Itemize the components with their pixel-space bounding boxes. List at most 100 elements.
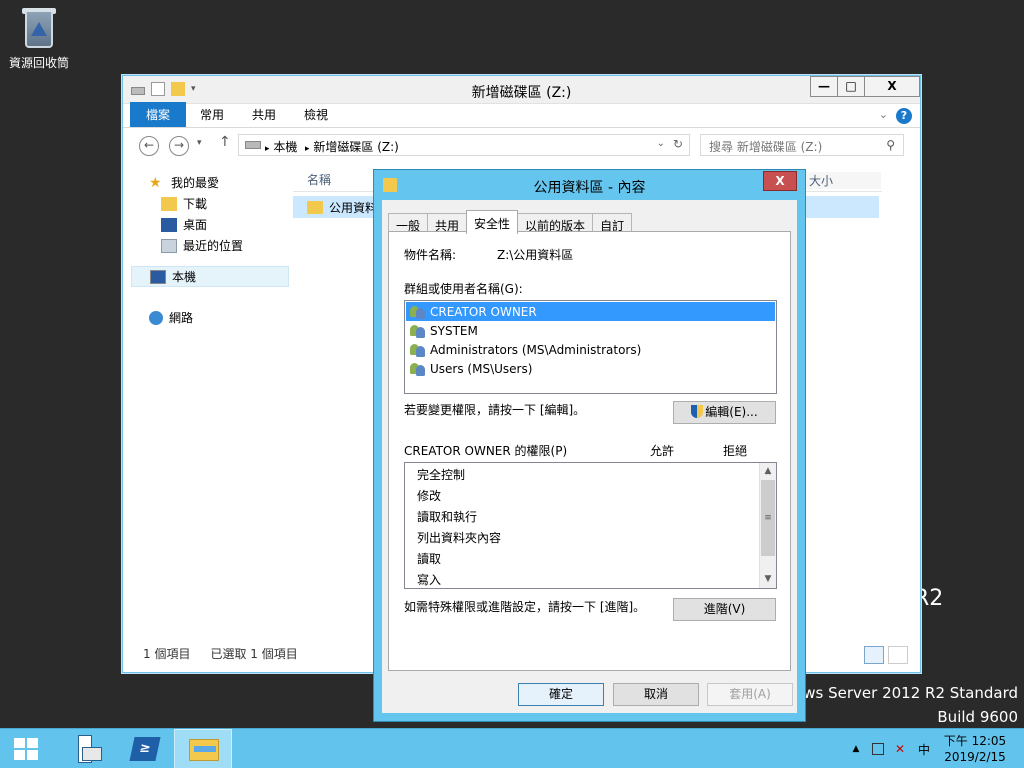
close-button[interactable]: X	[864, 76, 920, 97]
watermark-build: Build 9600	[937, 708, 1018, 726]
advanced-button[interactable]: 進階(V)	[673, 598, 776, 621]
navigation-pane: ★ 我的最愛 下載 桌面 最近的位置 本機 網路	[131, 172, 289, 328]
server-manager-button[interactable]	[58, 729, 116, 768]
address-dropdown-icon[interactable]: ⌄	[657, 138, 665, 149]
list-item[interactable]: Administrators (MS\Administrators)	[406, 340, 775, 359]
permissions-scrollbar[interactable]: ▲ ≡ ▼	[759, 463, 776, 588]
ime-indicator[interactable]: 中	[916, 741, 932, 758]
properties-dialog: 公用資料區 - 內容 X 一般 共用 安全性 以前的版本 自訂 物件名稱: Z:…	[373, 169, 806, 722]
address-bar[interactable]: ▸ 本機 ▸ 新增磁碟區 (Z:) ⌄ ↻	[238, 134, 690, 156]
watermark-edition: lows Server 2012 R2 Standard	[789, 684, 1018, 702]
dialog-title: 公用資料區 - 內容	[533, 180, 646, 196]
details-view-icon[interactable]	[864, 646, 884, 664]
computer-icon	[150, 269, 166, 284]
dialog-close-button[interactable]: X	[763, 171, 797, 191]
back-button[interactable]: ←	[139, 136, 159, 156]
list-item[interactable]: CREATOR OWNER	[406, 302, 775, 321]
clock-time: 下午 12:05	[943, 734, 1007, 748]
up-button[interactable]: ↑	[219, 134, 231, 150]
desktop-icon	[161, 217, 177, 232]
ok-button[interactable]: 確定	[518, 683, 604, 706]
permission-row: 寫入	[417, 573, 442, 587]
status-bar: 1 個項目 已選取 1 個項目	[143, 645, 298, 662]
network-icon	[149, 310, 163, 325]
action-center-icon[interactable]	[872, 743, 884, 755]
file-explorer-icon	[189, 739, 219, 761]
forward-button[interactable]: →	[169, 136, 189, 156]
security-tab-panel: 物件名稱: Z:\公用資料區 群組或使用者名稱(G): CREATOR OWNE…	[388, 231, 791, 671]
tab-file[interactable]: 檔案	[130, 102, 187, 127]
powershell-button[interactable]: ≥	[116, 729, 174, 768]
refresh-icon[interactable]: ↻	[673, 137, 683, 151]
column-name[interactable]: 名稱	[307, 171, 331, 188]
permission-row: 讀取	[417, 552, 442, 566]
large-icons-view-icon[interactable]	[888, 646, 908, 664]
downloads-icon	[161, 196, 177, 211]
change-permissions-hint: 若要變更權限，請按一下 [編輯]。	[404, 403, 586, 417]
status-item-count: 1 個項目	[143, 647, 191, 661]
explorer-titlebar[interactable]: ▾ 新增磁碟區 (Z:) — □ X	[123, 76, 920, 104]
nav-desktop[interactable]: 桌面	[131, 214, 289, 235]
apply-button[interactable]: 套用(A)	[707, 683, 793, 706]
tab-share[interactable]: 共用	[238, 102, 290, 127]
powershell-icon: ≥	[129, 737, 161, 761]
nav-favorites[interactable]: ★ 我的最愛	[131, 172, 289, 193]
permission-row: 修改	[417, 489, 442, 503]
scroll-thumb[interactable]: ≡	[761, 480, 775, 556]
permissions-list[interactable]: 完全控制 修改 讀取和執行 列出資料夾內容 讀取 寫入 ▲ ≡ ▼	[404, 462, 777, 589]
permission-row: 完全控制	[417, 468, 466, 482]
advanced-hint: 如需特殊權限或進階設定，請按一下 [進階]。	[404, 600, 646, 614]
permission-row: 列出資料夾內容	[417, 531, 502, 545]
system-tray: ▲ ✕ 中 下午 12:05 2019/2/15	[848, 729, 1024, 768]
star-icon: ★	[149, 174, 162, 191]
clock-date: 2019/2/15	[944, 750, 1006, 764]
groups-listbox[interactable]: CREATOR OWNER SYSTEM Administrators (MS\…	[404, 300, 777, 394]
folder-icon	[307, 200, 323, 214]
address-row: ← → ▾ ↑ ▸ 本機 ▸ 新增磁碟區 (Z:) ⌄ ↻ 搜尋 新增磁碟區 (…	[123, 128, 920, 162]
explorer-title: 新增磁碟區 (Z:)	[471, 85, 572, 101]
column-size[interactable]: 大小	[805, 172, 881, 189]
search-icon: ⚲	[886, 138, 895, 152]
nav-this-pc[interactable]: 本機	[131, 266, 289, 287]
taskbar: ≥ ▲ ✕ 中 下午 12:05 2019/2/15	[0, 728, 1024, 768]
deny-column-label: 拒絕	[723, 444, 748, 458]
nav-downloads[interactable]: 下載	[131, 193, 289, 214]
users-icon	[410, 324, 426, 338]
users-icon	[410, 305, 426, 319]
nav-network[interactable]: 網路	[131, 307, 289, 328]
tab-security[interactable]: 安全性	[466, 210, 519, 234]
volume-muted-icon[interactable]: ✕	[892, 742, 908, 756]
ribbon-tabs: 檔案 常用 共用 檢視 ⌄ ?	[123, 102, 920, 128]
tab-home[interactable]: 常用	[186, 102, 238, 127]
help-icon[interactable]: ?	[896, 108, 912, 124]
list-item[interactable]: SYSTEM	[406, 321, 775, 340]
cancel-button[interactable]: 取消	[613, 683, 699, 706]
nav-recent[interactable]: 最近的位置	[131, 235, 289, 256]
drive-icon	[245, 141, 261, 149]
show-hidden-icons-icon[interactable]: ▲	[848, 744, 864, 754]
recent-locations-icon[interactable]: ▾	[197, 138, 202, 148]
clock[interactable]: 下午 12:05 2019/2/15	[940, 733, 1010, 765]
search-input[interactable]: 搜尋 新增磁碟區 (Z:) ⚲	[700, 134, 904, 156]
dialog-titlebar[interactable]: 公用資料區 - 內容 X	[374, 170, 805, 200]
file-explorer-button[interactable]	[174, 729, 232, 768]
list-item[interactable]: Users (MS\Users)	[406, 359, 775, 378]
start-button[interactable]	[0, 729, 58, 768]
tab-view[interactable]: 檢視	[290, 102, 342, 127]
recycle-bin-label: 資源回收筒	[8, 56, 69, 70]
breadcrumb-this-pc[interactable]: 本機	[273, 140, 297, 154]
recycle-bin-desktop-icon[interactable]: 資源回收筒	[6, 6, 72, 71]
scroll-up-icon[interactable]: ▲	[760, 463, 776, 480]
minimize-button[interactable]: —	[810, 76, 838, 97]
allow-column-label: 允許	[650, 444, 675, 458]
permission-row: 讀取和執行	[417, 510, 478, 524]
edit-button[interactable]: 編輯(E)...	[673, 401, 776, 424]
windows-logo-icon	[14, 738, 38, 760]
expand-ribbon-icon[interactable]: ⌄	[879, 108, 888, 121]
permissions-label: CREATOR OWNER 的權限(P)	[404, 444, 568, 458]
scroll-down-icon[interactable]: ▼	[760, 571, 776, 588]
breadcrumb-drive[interactable]: 新增磁碟區 (Z:)	[313, 140, 398, 154]
server-manager-icon	[78, 735, 102, 763]
uac-shield-icon	[691, 405, 704, 418]
maximize-button[interactable]: □	[837, 76, 865, 97]
